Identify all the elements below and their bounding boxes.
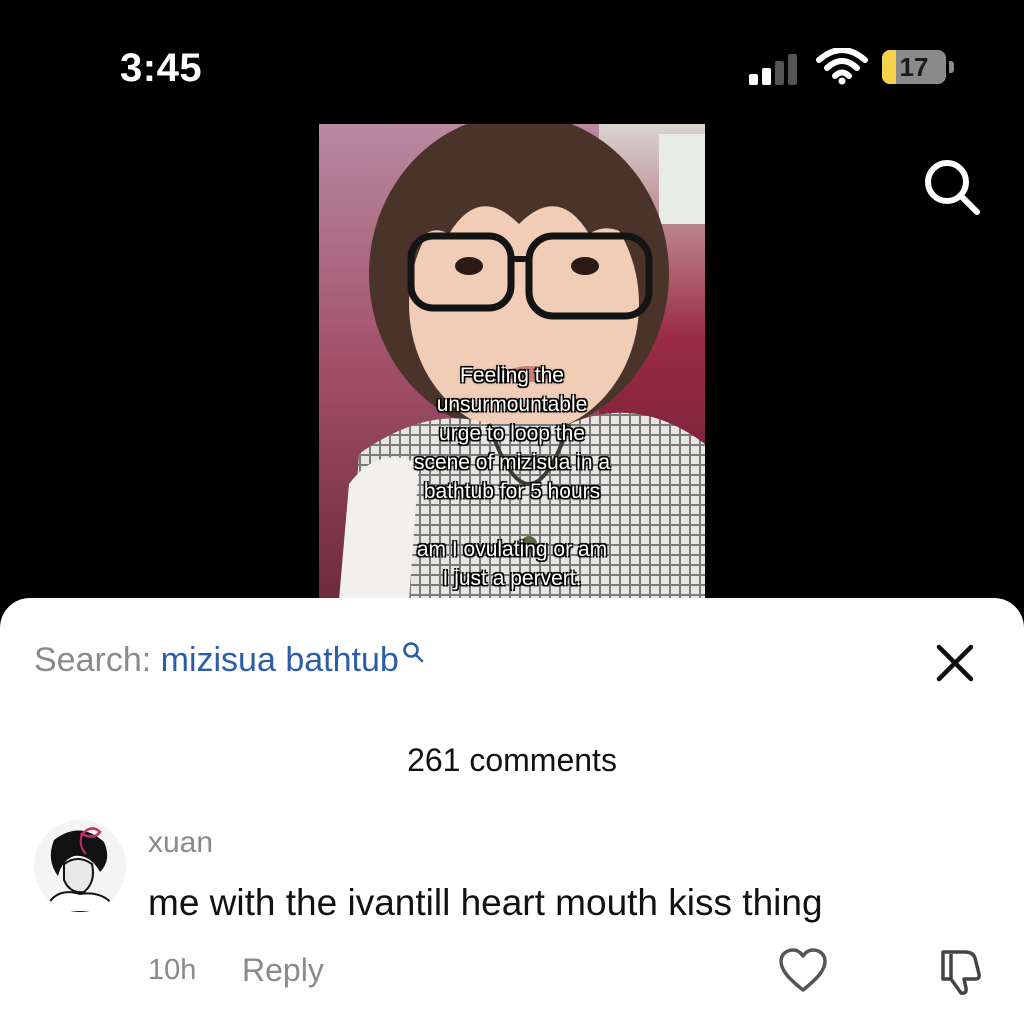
avatar[interactable] (34, 820, 126, 912)
search-prefix: Search: (34, 641, 161, 679)
battery-body: 17 (882, 50, 946, 84)
avatar-image (34, 820, 126, 912)
comments-sheet: Search: mizisua bathtub 261 comments xua… (0, 598, 1024, 1013)
battery-percent: 17 (899, 52, 929, 82)
comment-text: me with the ivantill heart mouth kiss th… (148, 882, 823, 923)
comment-count: 261 comments (407, 742, 617, 778)
thumbs-down-icon[interactable] (935, 946, 985, 996)
battery-icon: 17 (882, 50, 958, 88)
comment-timestamp: 10h (148, 954, 197, 986)
cellular-signal-icon (749, 54, 797, 85)
wifi-icon (816, 48, 868, 85)
reply-button[interactable]: Reply (242, 952, 324, 989)
status-bar: 3:45 17 (0, 0, 1024, 120)
comment-username[interactable]: xuan (148, 826, 213, 860)
search-query-link[interactable]: mizisua bathtub (161, 641, 399, 679)
status-time: 3:45 (120, 46, 203, 90)
battery-cap (949, 61, 954, 73)
heart-icon[interactable] (778, 948, 828, 994)
video-caption: Feeling the unsurmountable urge to loop … (413, 364, 611, 590)
close-icon[interactable] (934, 642, 976, 684)
video-thumbnail[interactable]: Feeling the unsurmountable urge to loop … (319, 124, 705, 600)
comment-search-suggestion[interactable]: Search: mizisua bathtub (34, 638, 425, 682)
search-icon[interactable] (401, 640, 425, 664)
search-icon[interactable] (920, 155, 982, 217)
